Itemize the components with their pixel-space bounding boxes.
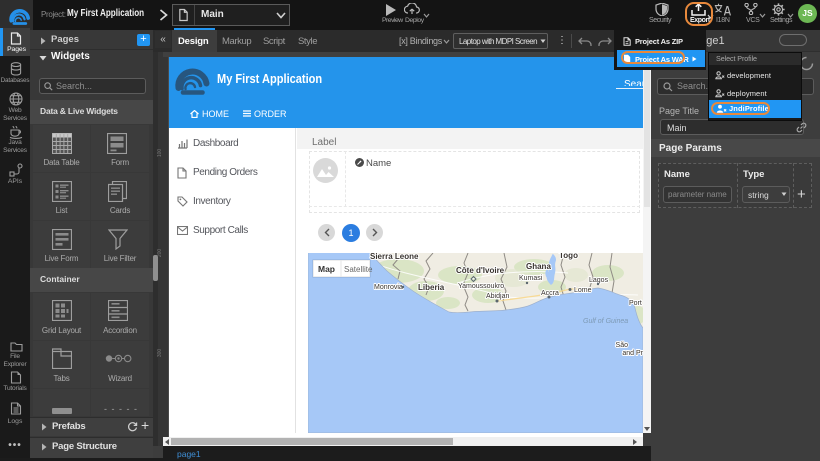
svg-text:Yamoussoukro: Yamoussoukro — [458, 283, 504, 290]
svg-text:Abidjan: Abidjan — [486, 293, 509, 300]
svg-text:Monrovia: Monrovia — [374, 284, 403, 291]
svg-text:Togo: Togo — [559, 253, 578, 260]
svg-text:Liberia: Liberia — [418, 283, 445, 292]
svg-text:Côte d'Ivoire: Côte d'Ivoire — [456, 266, 505, 275]
svg-text:and Pr: and Pr — [622, 350, 643, 357]
svg-text:Satellite: Satellite — [344, 265, 373, 274]
svg-text:Lagos: Lagos — [589, 277, 609, 284]
svg-text:Ghana: Ghana — [526, 262, 551, 271]
svg-text:Gulf of Guinea: Gulf of Guinea — [583, 318, 628, 325]
svg-text:Map: Map — [318, 264, 335, 274]
svg-text:Sierra Leone: Sierra Leone — [370, 253, 419, 261]
svg-text:Lome: Lome — [574, 287, 592, 294]
svg-text:São: São — [616, 342, 629, 349]
svg-text:Port: Port — [629, 300, 642, 307]
svg-text:Kumasi: Kumasi — [519, 275, 543, 282]
